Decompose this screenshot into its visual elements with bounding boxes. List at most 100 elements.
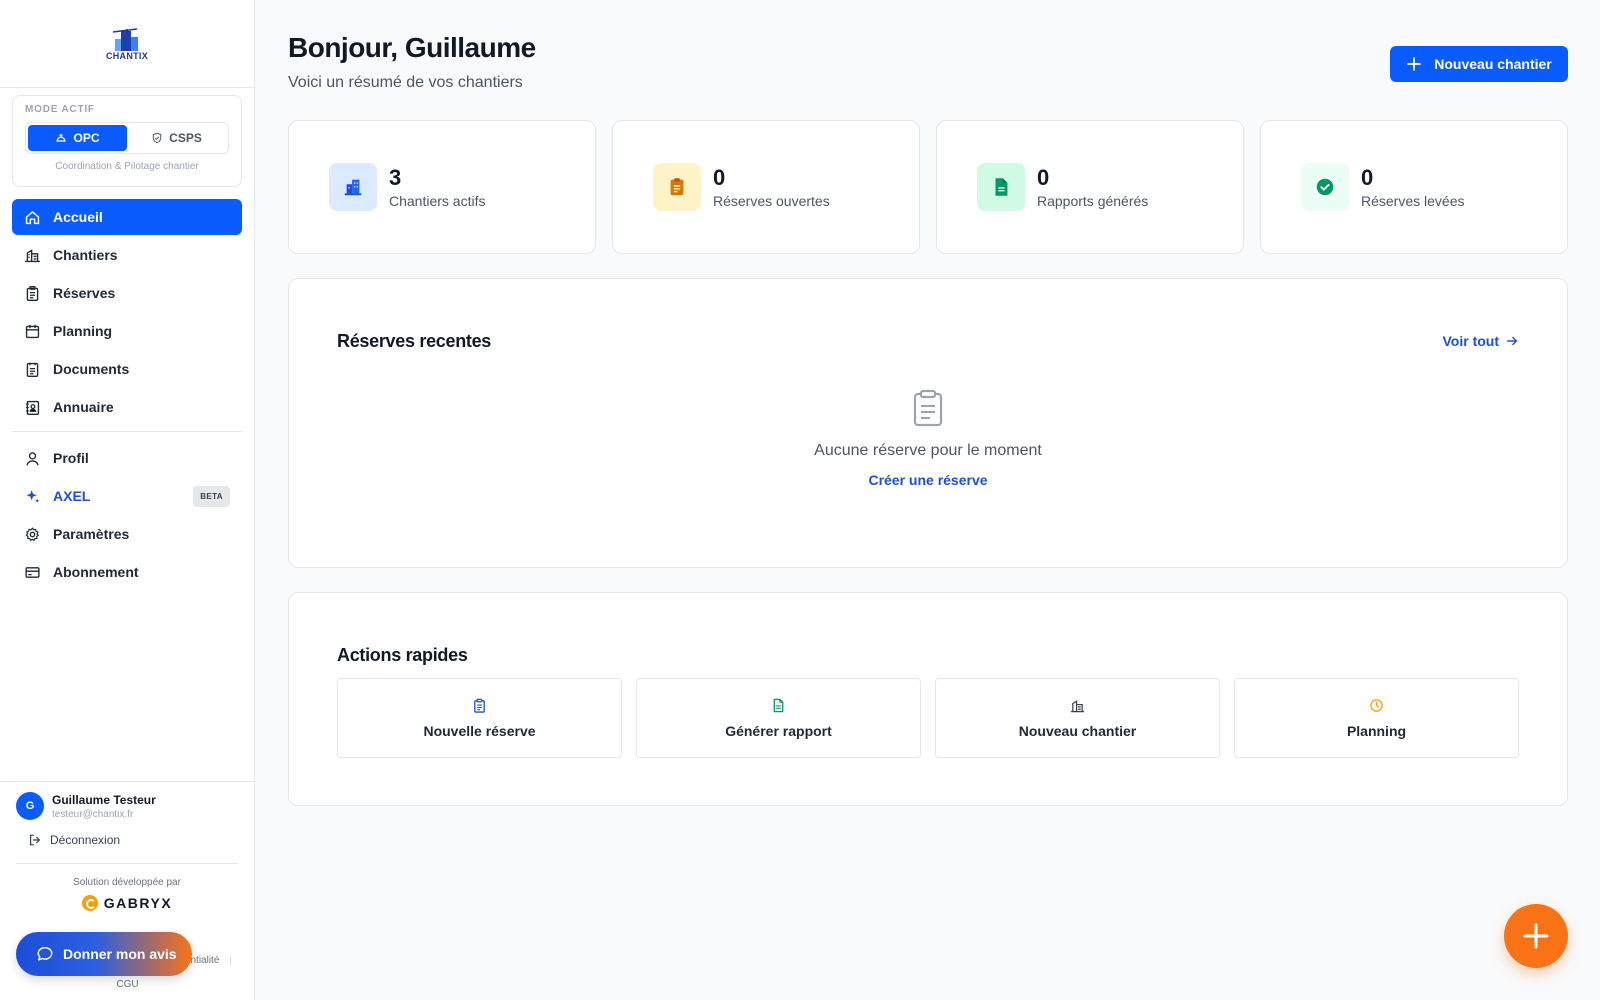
cgu-link[interactable]: CGU [0, 979, 255, 990]
mode-opc-button[interactable]: OPC [28, 125, 127, 151]
view-all-link[interactable]: Voir tout [1442, 333, 1519, 349]
feedback-label: Donner mon avis [63, 946, 177, 962]
mode-opc-label: OPC [73, 131, 100, 145]
clock-icon [1370, 698, 1383, 712]
user-profile[interactable]: G Guillaume Testeur testeur@chantix.fr [16, 792, 238, 820]
empty-state: Aucune réserve pour le moment Créer une … [289, 389, 1567, 488]
user-email: testeur@chantix.fr [52, 808, 134, 820]
user-area: G Guillaume Testeur testeur@chantix.fr D… [0, 781, 254, 911]
stat-card-reserves-ouvertes[interactable]: 0 Réserves ouvertes [612, 120, 920, 254]
calendar-icon [25, 324, 40, 338]
building-icon [25, 248, 40, 262]
quick-action-label: Planning [1346, 722, 1407, 739]
sidebar-item-annuaire[interactable]: Annuaire [12, 389, 242, 425]
sidebar-nav: Accueil Chantiers Réserves Planning Docu… [0, 199, 254, 590]
sidebar-item-chantiers[interactable]: Chantiers [12, 237, 242, 273]
plus-icon [1407, 57, 1422, 71]
stat-label: Chantiers actifs [389, 193, 486, 209]
sidebar-item-label: Paramètres [53, 526, 130, 542]
footer-divider [16, 863, 238, 864]
mode-selector: MODE ACTIF OPC CSPS Coordination & Pilot… [12, 95, 242, 187]
clipboard-icon [474, 698, 485, 713]
mode-description: Coordination & Pilotage chantier [55, 161, 199, 172]
logout-icon [30, 834, 40, 846]
stat-card-reserves-levees[interactable]: 0 Réserves levées [1260, 120, 1568, 254]
logo-text: CHANTIX [105, 50, 149, 61]
stat-icon-wrapper [977, 163, 1025, 211]
gabryx-logo-icon [81, 895, 98, 911]
sidebar-item-documents[interactable]: Documents [12, 351, 242, 387]
empty-state-text: Aucune réserve pour le moment [814, 442, 1042, 459]
sidebar-item-axel[interactable]: AXEL BETA [12, 478, 242, 514]
sidebar-item-profil[interactable]: Profil [12, 440, 242, 476]
contacts-icon [26, 400, 40, 415]
document-icon [995, 178, 1008, 196]
new-chantier-button[interactable]: Nouveau chantier [1390, 46, 1568, 82]
privacy-link-text: ntialité [190, 955, 220, 966]
sidebar-item-parametres[interactable]: Paramètres [12, 516, 242, 552]
arrow-right-icon [1506, 336, 1518, 346]
create-reserve-link[interactable]: Créer une réserve [289, 472, 1567, 488]
plus-icon [1523, 923, 1549, 949]
sidebar-item-label: Chantiers [53, 247, 118, 263]
mode-label: MODE ACTIF [25, 104, 95, 115]
quick-actions-title: Actions rapides [337, 645, 468, 665]
sidebar-item-label: Réserves [53, 285, 116, 301]
app-logo[interactable]: CHANTIX [106, 27, 148, 61]
user-icon [26, 451, 39, 465]
building-icon [344, 179, 362, 196]
sidebar-item-reserves[interactable]: Réserves [12, 275, 242, 311]
stat-icon-wrapper [329, 163, 377, 211]
user-name: Guillaume Testeur [52, 792, 156, 807]
logout-button[interactable]: Déconnexion [28, 833, 238, 847]
sidebar-item-label: Annuaire [53, 399, 114, 415]
floating-add-button[interactable] [1504, 904, 1568, 968]
credit-card-icon [25, 566, 40, 578]
document-icon [26, 362, 39, 377]
stat-label: Réserves ouvertes [713, 193, 830, 209]
logo-building-icon [112, 27, 138, 51]
sidebar-item-label: Accueil [53, 209, 103, 225]
quick-actions-grid: Nouvelle réserve Générer rapport Nouveau… [337, 678, 1519, 758]
stat-card-chantiers[interactable]: 3 Chantiers actifs [288, 120, 596, 254]
developer-logo[interactable]: GABRYX [16, 895, 238, 911]
quick-action-generate-report[interactable]: Générer rapport [636, 678, 921, 758]
quick-action-planning[interactable]: Planning [1234, 678, 1519, 758]
feedback-button[interactable]: Donner mon avis [16, 932, 192, 976]
mode-toggle: OPC CSPS [25, 122, 229, 154]
privacy-link[interactable]: ntialité | [190, 955, 232, 966]
home-icon [25, 210, 40, 224]
quick-action-new-chantier[interactable]: Nouveau chantier [935, 678, 1220, 758]
chat-bubble-icon [37, 946, 53, 961]
quick-actions-card: Actions rapides Nouvelle réserve Générer… [288, 592, 1568, 806]
page-subtitle: Voici un résumé de vos chantiers [288, 74, 523, 91]
stat-value: 3 [389, 165, 402, 190]
sparkle-icon [26, 489, 40, 503]
recent-reserves-title: Réserves recentes [337, 331, 492, 351]
sidebar-item-label: Documents [53, 361, 130, 377]
quick-action-label: Générer rapport [725, 722, 832, 739]
developed-by-text: Solution développée par [73, 877, 181, 888]
mode-csps-button[interactable]: CSPS [127, 125, 226, 151]
page-title: Bonjour, Guillaume [288, 32, 536, 63]
logout-label: Déconnexion [50, 833, 121, 847]
gear-icon [25, 527, 39, 541]
sidebar-item-label: Profil [53, 450, 89, 466]
clipboard-icon [913, 389, 943, 427]
avatar: G [16, 792, 44, 820]
sidebar-item-planning[interactable]: Planning [12, 313, 242, 349]
sidebar-item-accueil[interactable]: Accueil [12, 199, 242, 235]
stat-card-rapports[interactable]: 0 Rapports générés [936, 120, 1244, 254]
clipboard-icon [26, 285, 39, 301]
check-circle-icon [1316, 178, 1334, 196]
hard-hat-icon [56, 134, 66, 142]
quick-action-label: Nouvelle réserve [423, 722, 536, 739]
stat-label: Réserves levées [1361, 193, 1465, 209]
sidebar-item-label: AXEL [53, 488, 91, 504]
stat-value: 0 [1361, 165, 1374, 190]
sidebar-item-abonnement[interactable]: Abonnement [12, 554, 242, 590]
stat-value: 0 [1037, 165, 1050, 190]
nav-divider [12, 431, 242, 432]
quick-action-new-reserve[interactable]: Nouvelle réserve [337, 678, 622, 758]
sidebar-item-label: Abonnement [53, 564, 139, 580]
